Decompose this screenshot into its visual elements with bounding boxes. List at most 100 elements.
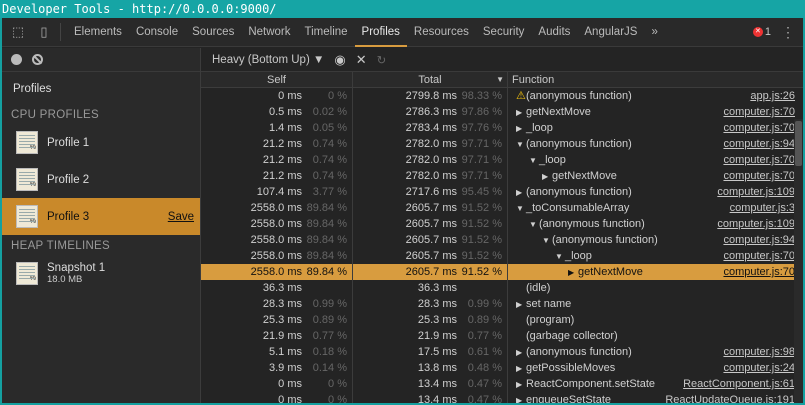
self-cell: 28.3 ms 0.99 % [201,296,353,312]
expanded-arrow-icon[interactable]: ▼ [516,137,526,152]
tab-sources[interactable]: Sources [185,18,241,47]
function-name: (anonymous function) [539,218,645,230]
collapsed-arrow-icon[interactable]: ▶ [516,185,526,200]
source-link[interactable]: ReactUpdateQueue.js:191 [665,392,795,403]
source-link[interactable]: computer.js:94 [723,136,795,152]
table-row[interactable]: 3.9 ms 0.14 % 13.8 ms 0.48 % ▶ getPossibleMov… [201,360,803,376]
more-options-icon[interactable]: ⋮ [781,24,795,41]
table-row[interactable]: 36.3 ms 36.3 ms (idle) [201,280,803,296]
table-row[interactable]: 2558.0 ms 89.84 % 2605.7 ms 91.52 % ▶ getNext… [201,264,803,280]
tab-timeline[interactable]: Timeline [298,18,355,47]
total-cell: 2782.0 ms 97.71 % [353,136,508,152]
source-link[interactable]: computer.js:3 [730,200,795,216]
source-link[interactable]: computer.js:70 [723,248,795,264]
table-row[interactable]: 5.1 ms 0.18 % 17.5 ms 0.61 % ▶ (anonymous fun… [201,344,803,360]
source-link[interactable]: computer.js:109 [717,184,795,200]
expanded-arrow-icon[interactable]: ▼ [542,233,552,248]
snapshot-item[interactable]: % Snapshot 1 18.0 MB [2,255,200,292]
collapsed-arrow-icon[interactable]: ▶ [516,297,526,312]
self-percent: 0.99 % [312,298,347,310]
table-row[interactable]: 21.2 ms 0.74 % 2782.0 ms 97.71 % ▼ (anonymous… [201,136,803,152]
self-percent: 89.84 % [306,266,347,278]
table-row[interactable]: 0 ms 0 % 13.4 ms 0.47 % ▶ ReactComponent.setS… [201,376,803,392]
total-column-header[interactable]: Total ▼ [353,72,508,87]
collapsed-arrow-icon[interactable]: ▶ [516,361,526,376]
profile-item[interactable]: % Profile 2 [2,161,200,198]
clear-all-icon[interactable] [32,54,43,65]
expanded-arrow-icon[interactable]: ▼ [516,201,526,216]
self-time: 0 ms [278,394,302,403]
function-column-header[interactable]: Function [508,72,803,87]
tab-elements[interactable]: Elements [67,18,129,47]
collapsed-arrow-icon[interactable]: ▶ [516,121,526,136]
table-row[interactable]: 21.9 ms 0.77 % 21.9 ms 0.77 % (garbage colle… [201,328,803,344]
self-cell: 0.5 ms 0.02 % [201,104,353,120]
table-row[interactable]: 21.2 ms 0.74 % 2782.0 ms 97.71 % ▼ _loop compu… [201,152,803,168]
profiles-sidebar: Profiles CPU PROFILES % Profile 1% Profile… [2,48,201,403]
table-row[interactable]: 0.5 ms 0.02 % 2786.3 ms 97.86 % ▶ getNextMove… [201,104,803,120]
error-counter[interactable]: ✕ 1 [752,26,771,38]
self-column-header[interactable]: Self [201,72,353,87]
expanded-arrow-icon[interactable]: ▼ [555,249,565,264]
tab-angularjs[interactable]: AngularJS [577,18,644,47]
self-cell: 2558.0 ms 89.84 % [201,264,353,280]
total-time: 13.4 ms [417,378,457,390]
tab-resources[interactable]: Resources [407,18,476,47]
source-link[interactable]: computer.js:70 [723,152,795,168]
exclude-icon[interactable]: ✕ [356,52,367,68]
tab-security[interactable]: Security [476,18,532,47]
view-mode-select[interactable]: Heavy (Bottom Up) ▼ [212,54,324,66]
table-row[interactable]: 1.4 ms 0.05 % 2783.4 ms 97.76 % ▶ _loop comput… [201,120,803,136]
inspect-element-icon[interactable]: ⬚ [8,22,28,42]
source-link[interactable]: computer.js:98 [723,344,795,360]
self-percent: 0.74 % [312,138,347,150]
tab-network[interactable]: Network [241,18,297,47]
source-link[interactable]: computer.js:94 [723,232,795,248]
collapsed-arrow-icon[interactable]: ▶ [542,169,552,184]
expanded-arrow-icon[interactable]: ▼ [529,153,539,168]
table-row[interactable]: 25.3 ms 0.89 % 25.3 ms 0.89 % (program) [201,312,803,328]
tab-audits[interactable]: Audits [531,18,577,47]
more-tabs-icon[interactable]: » [644,18,664,47]
table-row[interactable]: 28.3 ms 0.99 % 28.3 ms 0.99 % ▶ set name [201,296,803,312]
profile-item[interactable]: % Profile 3 Save [2,198,200,235]
total-time: 2605.7 ms [405,266,457,278]
source-link[interactable]: computer.js:70 [723,104,795,120]
tab-profiles[interactable]: Profiles [354,18,407,47]
table-row[interactable]: 2558.0 ms 89.84 % 2605.7 ms 91.52 % ▼ (anonym… [201,232,803,248]
source-link[interactable]: computer.js:70 [723,264,795,280]
source-link[interactable]: computer.js:24 [723,360,795,376]
source-link[interactable]: computer.js:70 [723,168,795,184]
source-link[interactable]: ReactComponent.js:61 [683,376,795,392]
tab-console[interactable]: Console [129,18,185,47]
total-time: 13.8 ms [417,362,457,374]
table-row[interactable]: 2558.0 ms 89.84 % 2605.7 ms 91.52 % ▼ _toCons… [201,200,803,216]
profile-item[interactable]: % Profile 1 [2,124,200,161]
function-name: _loop [526,122,553,134]
self-time: 0 ms [278,90,302,102]
source-link[interactable]: computer.js:109 [717,216,795,232]
table-row[interactable]: 2558.0 ms 89.84 % 2605.7 ms 91.52 % ▼ _loop co… [201,248,803,264]
warning-icon: ⚠ [516,90,526,102]
restore-icon[interactable]: ↻ [377,53,387,67]
table-row[interactable]: 2558.0 ms 89.84 % 2605.7 ms 91.52 % ▼ (anonym… [201,216,803,232]
source-link[interactable]: app.js:26 [750,88,795,104]
record-icon[interactable] [11,54,22,65]
table-row[interactable]: 0 ms 0 % 13.4 ms 0.47 % ▶ enqueueSetState Reac… [201,392,803,403]
scrollbar-thumb[interactable] [795,121,802,166]
device-mode-icon[interactable]: ▯ [34,22,54,42]
collapsed-arrow-icon[interactable]: ▶ [516,393,526,403]
table-row[interactable]: 0 ms 0 % 2799.8 ms 98.33 % ⚠(anonymous funct… [201,88,803,104]
scrollbar[interactable] [794,119,803,403]
collapsed-arrow-icon[interactable]: ▶ [568,265,578,280]
focus-eye-icon[interactable]: ◉ [334,52,345,68]
function-name: (anonymous function) [526,90,632,102]
expanded-arrow-icon[interactable]: ▼ [529,217,539,232]
save-button[interactable]: Save [168,211,194,223]
table-row[interactable]: 21.2 ms 0.74 % 2782.0 ms 97.71 % ▶ getNextMov… [201,168,803,184]
collapsed-arrow-icon[interactable]: ▶ [516,377,526,392]
table-row[interactable]: 107.4 ms 3.77 % 2717.6 ms 95.45 % ▶ (anonymou… [201,184,803,200]
source-link[interactable]: computer.js:70 [723,120,795,136]
collapsed-arrow-icon[interactable]: ▶ [516,345,526,360]
collapsed-arrow-icon[interactable]: ▶ [516,105,526,120]
